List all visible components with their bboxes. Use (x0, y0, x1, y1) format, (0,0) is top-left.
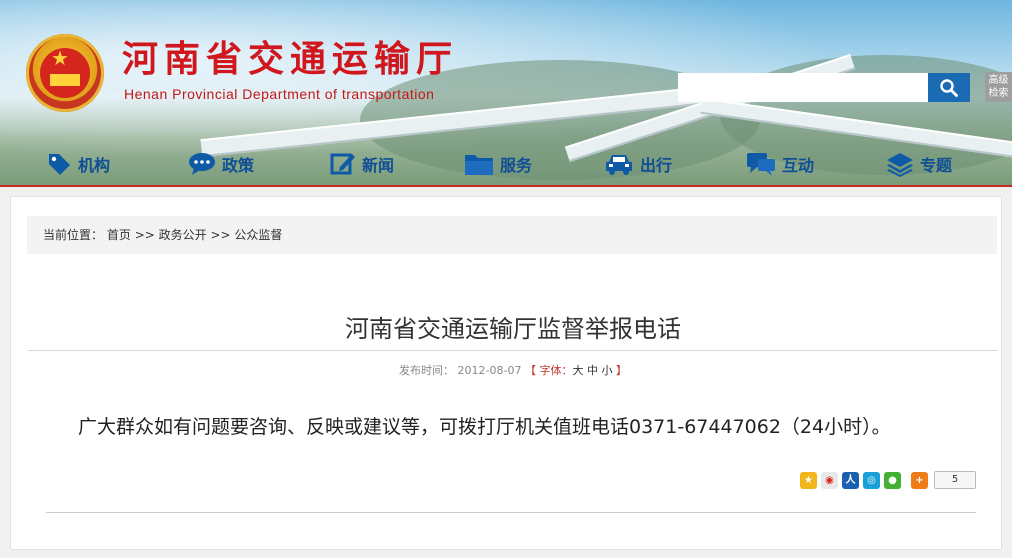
edit-icon (330, 153, 355, 175)
font-size-small[interactable]: 小 (601, 364, 612, 377)
title-divider (28, 350, 998, 351)
date-label: 发布时间： (399, 364, 455, 377)
nav-label: 互动 (782, 156, 815, 175)
search-icon (940, 79, 958, 97)
breadcrumb-item-zhengwu[interactable]: 政务公开 (159, 228, 207, 242)
nav-item-jigou[interactable]: 机构 (46, 151, 110, 177)
nav-divider (0, 185, 1012, 187)
qzone-icon[interactable]: ★ (800, 471, 817, 489)
nav-label: 机构 (78, 156, 111, 175)
breadcrumb-item-gongzhong[interactable]: 公众监督 (234, 228, 282, 242)
breadcrumb: 当前位置： 首页 >> 政务公开 >> 公众监督 (27, 216, 997, 254)
national-emblem-icon: ★ (26, 34, 104, 112)
font-size-label: 【 字体： (524, 364, 573, 377)
article-title: 河南省交通运输厅监督举报电话 (345, 315, 681, 343)
font-size-close: 】 (615, 364, 627, 377)
chat-bubble-icon (189, 153, 215, 175)
site-header: ★ 河南省交通运输厅 Henan Provincial Department o… (0, 0, 1012, 186)
nav-item-xinwen[interactable]: 新闻 (330, 151, 394, 177)
nav-item-chuxing[interactable]: 出行 (604, 151, 672, 177)
nav-label: 政策 (222, 156, 255, 175)
folder-icon (465, 155, 493, 175)
renren-icon[interactable]: 人 (842, 471, 859, 489)
wechat-icon[interactable]: ● (884, 471, 901, 489)
nav-item-zhuanti[interactable]: 专题 (886, 151, 952, 177)
site-title[interactable]: 河南省交通运输厅 (122, 40, 458, 80)
site-subtitle: Henan Provincial Department of transport… (124, 86, 435, 102)
article-meta: 发布时间： 2012-08-07 【 字体：大 中 小 】 (28, 363, 998, 379)
publish-date: 2012-08-07 (457, 364, 522, 377)
breadcrumb-item-home[interactable]: 首页 (107, 228, 131, 242)
breadcrumb-prefix: 当前位置： (43, 228, 104, 242)
main-nav: 机构 政策 新闻 服务 出行 互动 专题 (0, 143, 1012, 185)
nav-item-fuwu[interactable]: 服务 (464, 151, 532, 177)
tencent-weibo-icon[interactable]: ◎ (863, 471, 880, 489)
advanced-search-button[interactable]: 高级检索 (985, 72, 1012, 102)
more-share-icon[interactable]: + (911, 471, 928, 489)
car-icon (606, 155, 632, 175)
font-size-large[interactable]: 大 (572, 364, 583, 377)
font-size-medium[interactable]: 中 (587, 364, 598, 377)
search-input[interactable] (678, 73, 928, 102)
layers-icon (887, 153, 913, 177)
nav-label: 服务 (500, 156, 533, 175)
chat-bubbles-icon (747, 153, 775, 176)
nav-label: 出行 (640, 156, 673, 175)
share-bar: ★ ◉ 人 ◎ ● + 5 (800, 471, 976, 489)
breadcrumb-separator: >> (210, 228, 231, 242)
nav-label: 专题 (920, 156, 953, 175)
share-count: 5 (934, 471, 976, 489)
weibo-icon[interactable]: ◉ (821, 471, 838, 489)
breadcrumb-separator: >> (134, 228, 155, 242)
tag-icon (49, 154, 70, 175)
nav-item-hudong[interactable]: 互动 (746, 151, 814, 177)
nav-item-zhengce[interactable]: 政策 (188, 151, 254, 177)
article-body: 广大群众如有问题要咨询、反映或建议等，可拨打厅机关值班电话0371-674470… (78, 416, 891, 438)
bottom-divider (46, 512, 976, 513)
nav-label: 新闻 (362, 156, 395, 175)
search-button[interactable] (928, 73, 970, 102)
